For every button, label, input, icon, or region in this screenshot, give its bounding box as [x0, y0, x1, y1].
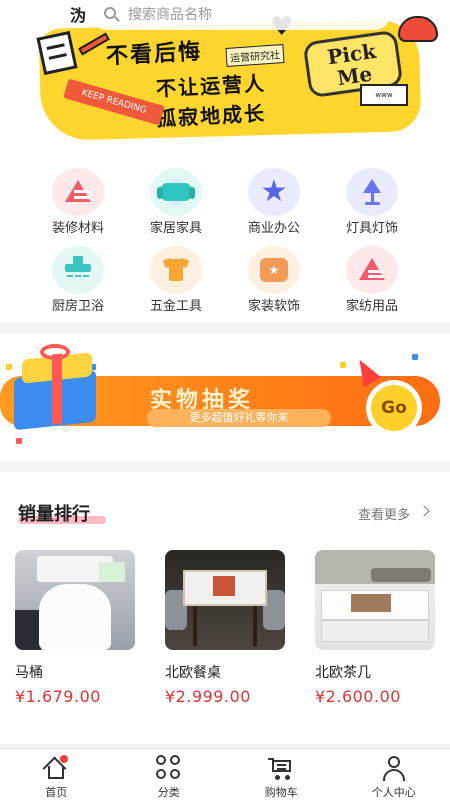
section-header: 销量排行 查看更多 — [18, 494, 432, 525]
grid-icon — [155, 755, 182, 781]
confetti — [16, 438, 22, 444]
section-title: 销量排行 — [18, 504, 90, 525]
category-label: 装修材料 — [51, 221, 104, 236]
product-image-coffee-table[interactable] — [315, 550, 435, 650]
product-price: ¥2.999.00 — [165, 687, 251, 706]
product-list: 马桶 ¥1.679.00 北欧餐桌 ¥2.999.00 北欧茶几 ¥2.600.… — [0, 550, 450, 710]
search-icon — [104, 7, 120, 23]
tab-home[interactable]: 首页 — [0, 749, 113, 800]
search-left-glyph: 沩 — [70, 6, 87, 25]
product-name: 北欧茶几 — [315, 665, 371, 681]
lamp-icon — [346, 168, 398, 216]
banner-headline: 不看后悔 — [105, 39, 203, 70]
category-label: 家居家具 — [149, 221, 202, 236]
triangle-stack-icon — [52, 168, 104, 216]
category-grid: 装修材料 家居家具 ★ 商业办公 灯具灯饰 厨房卫浴 五金工具 ★ 家装软饰 家… — [0, 150, 450, 322]
promo-subtitle: 更多超值好礼等你来 — [147, 409, 331, 427]
tab-label: 首页 — [45, 786, 68, 799]
product-image-dining-table[interactable] — [165, 550, 285, 650]
category-home-furniture[interactable]: 家居家具 — [127, 168, 225, 236]
product-image-toilet[interactable] — [15, 550, 135, 650]
bottom-tab-bar: 首页 分类 购物车 个人中心 — [0, 748, 450, 800]
range-hood-icon — [52, 246, 104, 294]
home-icon — [42, 755, 69, 781]
product-price: ¥2.600.00 — [315, 687, 401, 706]
product-name: 马桶 — [15, 665, 43, 681]
tab-label: 分类 — [157, 786, 180, 799]
category-label: 家纺用品 — [345, 299, 398, 314]
product-card[interactable]: 北欧茶几 ¥2.600.00 — [315, 550, 435, 710]
tab-cart[interactable]: 购物车 — [225, 749, 338, 800]
pillow-icon: ★ — [248, 246, 300, 294]
banner-headline-line2: 不让运营人 — [155, 71, 267, 101]
category-home-textiles[interactable]: 家纺用品 — [323, 246, 421, 314]
product-name: 北欧餐桌 — [165, 665, 221, 681]
category-label: 五金工具 — [149, 299, 202, 314]
category-label: 灯具灯饰 — [345, 221, 398, 236]
tab-label: 购物车 — [264, 786, 298, 799]
search-input[interactable] — [128, 7, 368, 23]
banner-brand-tag: 运营研究社 — [225, 44, 285, 67]
user-icon — [381, 755, 407, 781]
gift-ribbon — [52, 353, 62, 425]
category-label: 商业办公 — [247, 221, 300, 236]
search-bar[interactable] — [92, 0, 390, 30]
cart-icon — [268, 755, 294, 781]
top-banner[interactable]: 不看后悔 运营研究社 ♥ Pick Me 不让运营人 孤寂地成长 KEEP RE… — [0, 0, 450, 150]
lottery-promo-banner[interactable]: 实物抽奖 更多超值好礼等你来 Go — [0, 334, 450, 462]
star-icon: ★ — [248, 168, 300, 216]
category-kitchen-bath[interactable]: 厨房卫浴 — [29, 246, 127, 314]
gift-bow-icon — [40, 344, 70, 360]
category-hardware-tools[interactable]: 五金工具 — [127, 246, 225, 314]
category-decoration-materials[interactable]: 装修材料 — [29, 168, 127, 236]
layers-icon — [346, 246, 398, 294]
category-label: 厨房卫浴 — [51, 299, 104, 314]
mouth-icon — [398, 16, 438, 42]
tab-profile[interactable]: 个人中心 — [338, 749, 450, 800]
confetti — [340, 362, 346, 368]
confetti — [6, 364, 12, 370]
shirt-icon — [150, 246, 202, 294]
go-button-label: Go — [371, 385, 417, 431]
chevron-right-icon[interactable] — [418, 505, 430, 517]
category-commercial-office[interactable]: ★ 商业办公 — [225, 168, 323, 236]
product-card[interactable]: 马桶 ¥1.679.00 — [15, 550, 135, 710]
banner-headline-line3: 孤寂地成长 — [155, 101, 267, 131]
product-price: ¥1.679.00 — [15, 687, 101, 706]
tab-label: 个人中心 — [371, 786, 416, 799]
laptop-icon: www — [360, 84, 408, 106]
category-soft-decor[interactable]: ★ 家装软饰 — [225, 246, 323, 314]
see-more-link[interactable]: 查看更多 — [358, 504, 410, 523]
sales-ranking-section: 销量排行 查看更多 马桶 ¥1.679.00 北欧餐桌 ¥2.999.00 北欧… — [0, 472, 450, 744]
category-label: 家装软饰 — [247, 299, 300, 314]
tab-category[interactable]: 分类 — [113, 749, 226, 800]
product-card[interactable]: 北欧餐桌 ¥2.999.00 — [165, 550, 285, 710]
sofa-icon — [150, 168, 202, 216]
category-lighting[interactable]: 灯具灯饰 — [323, 168, 421, 236]
go-button[interactable]: Go — [366, 380, 422, 436]
confetti — [412, 354, 418, 360]
